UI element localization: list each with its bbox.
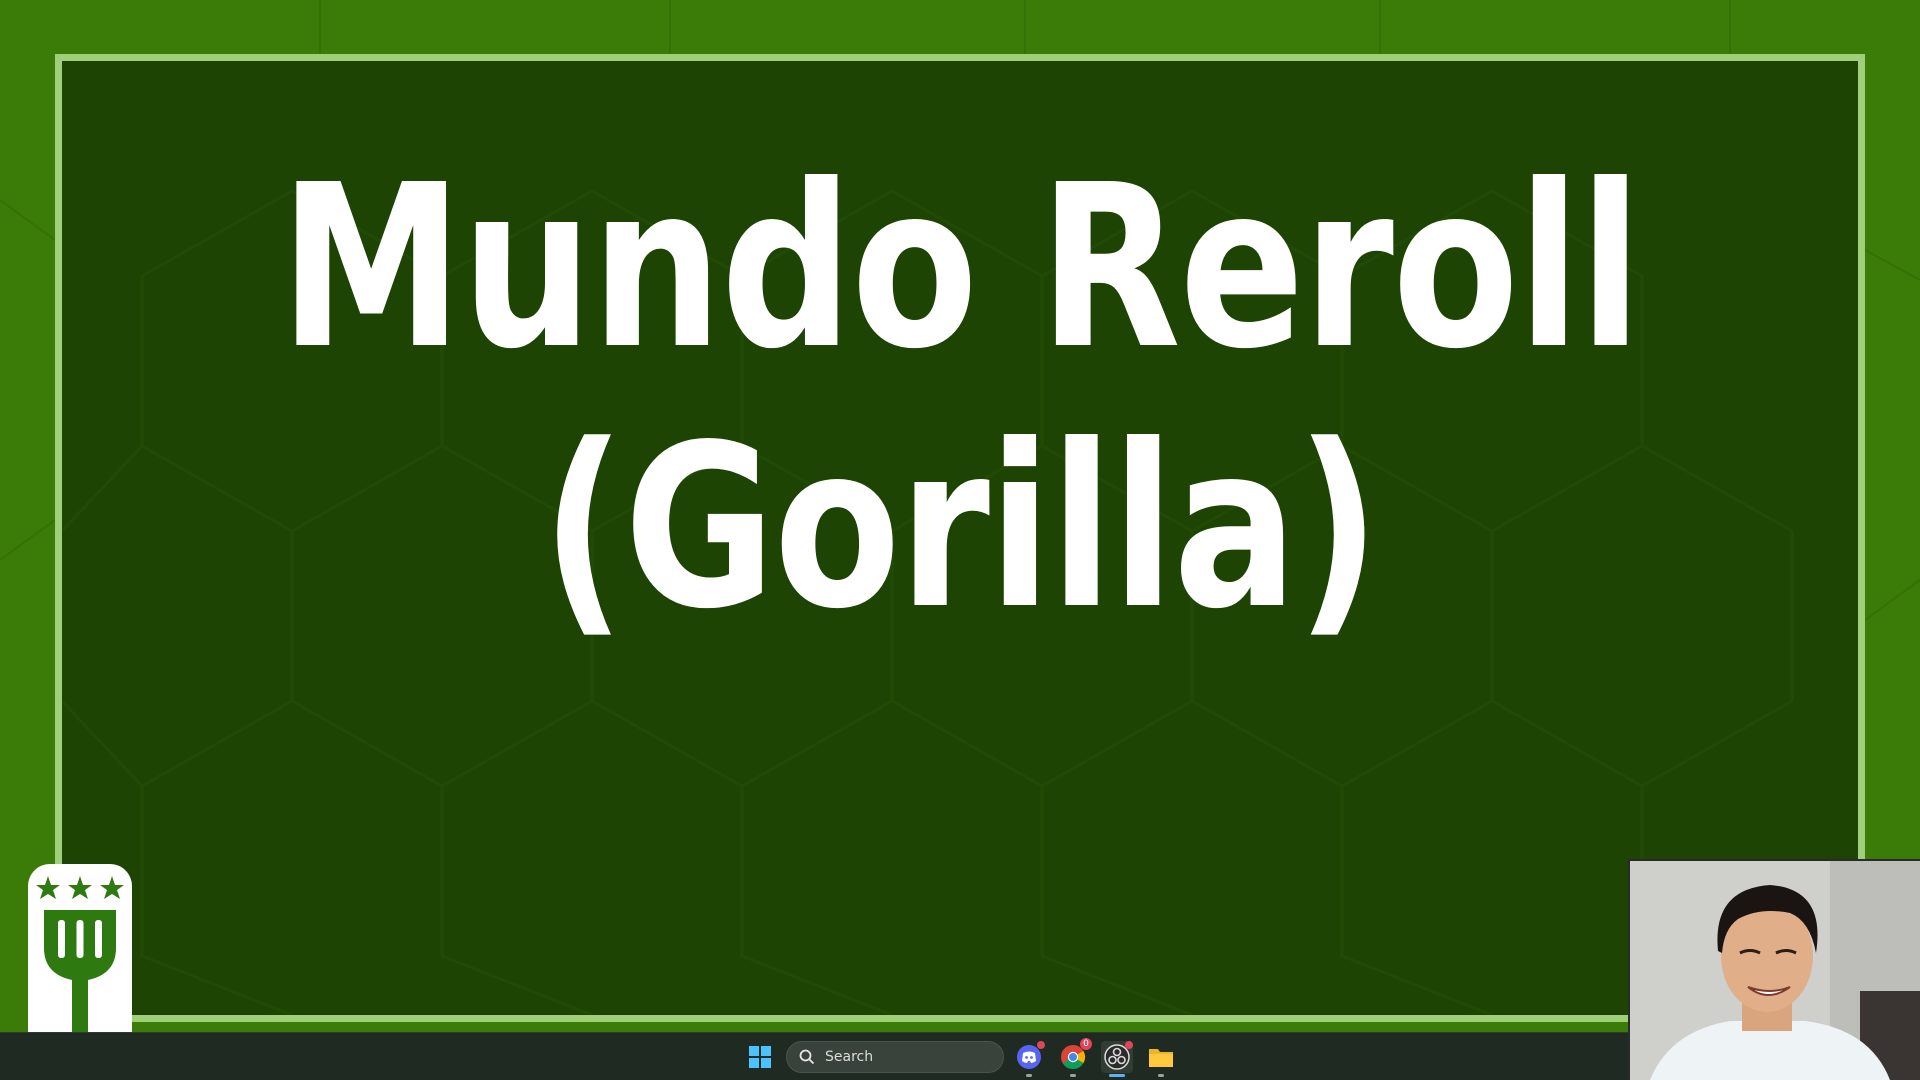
spatula-logo-icon — [36, 876, 124, 1032]
webcam-overlay — [1628, 859, 1920, 1080]
search-icon — [799, 1049, 815, 1065]
running-indicator — [1026, 1074, 1032, 1077]
slide-title-line1: Mundo Reroll — [279, 137, 1642, 399]
windows-start-button[interactable] — [744, 1041, 776, 1073]
streamer-webcam-image — [1630, 861, 1920, 1080]
discord-notification-badge — [1037, 1041, 1045, 1049]
windows-start-icon — [749, 1046, 771, 1068]
taskbar-discord[interactable] — [1013, 1041, 1045, 1077]
taskbar: 0 — [0, 1032, 1628, 1080]
slide-panel: Mundo Reroll (Gorilla) — [55, 54, 1865, 1022]
spatula-stars-logo — [28, 864, 132, 1032]
taskbar-chrome[interactable]: 0 — [1057, 1038, 1092, 1077]
taskbar-search-box[interactable] — [786, 1041, 1004, 1073]
active-window-indicator — [1109, 1074, 1125, 1077]
running-indicator — [1158, 1074, 1164, 1077]
taskbar-obs[interactable] — [1101, 1041, 1133, 1077]
slide-title-line2: (Gorilla) — [541, 397, 1380, 659]
obs-recording-badge — [1125, 1041, 1133, 1049]
search-input[interactable] — [823, 1048, 987, 1066]
chrome-notification-badge: 0 — [1080, 1038, 1092, 1050]
file-explorer-icon — [1149, 1049, 1173, 1067]
running-indicator — [1070, 1074, 1076, 1077]
taskbar-file-explorer[interactable] — [1145, 1041, 1177, 1077]
screen: Mundo Reroll (Gorilla) Search 0 — [0, 0, 1920, 1080]
